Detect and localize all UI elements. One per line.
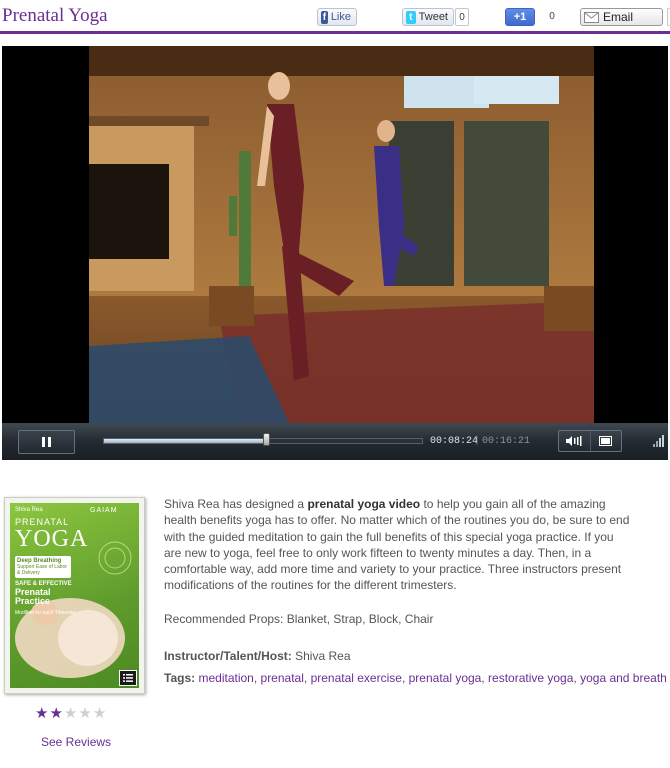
time-separator: |: [474, 436, 481, 447]
tag-link[interactable]: yoga and breath: [580, 671, 667, 685]
pause-icon: [41, 437, 53, 447]
star-empty-icon: ★: [78, 705, 92, 722]
current-time: 00:08:24: [430, 436, 479, 447]
fullscreen-icon: [599, 436, 613, 446]
instructor-label: Instructor/Talent/Host:: [164, 649, 292, 663]
title-underline: [0, 31, 670, 34]
star-filled-icon: ★: [49, 705, 63, 722]
tweet-label: Tweet: [418, 11, 448, 23]
tags-row: Tags: meditation, prenatal, prenatal exe…: [164, 671, 667, 685]
envelope-icon: [584, 11, 599, 23]
twitter-bird-icon: t: [406, 10, 416, 24]
star-empty-icon: ★: [63, 705, 78, 722]
google-plusone-button[interactable]: +1: [505, 8, 535, 26]
list-view-icon[interactable]: [119, 670, 137, 686]
tags-label: Tags:: [164, 671, 196, 685]
cover-callout: Deep Breathing Support Ease of Labor & D…: [15, 556, 71, 578]
tag-link[interactable]: restorative yoga: [488, 671, 573, 685]
volume-button[interactable]: [559, 431, 590, 451]
cover-sub-2: Support Ease of Labor & Delivery: [17, 564, 68, 576]
fullscreen-button[interactable]: [589, 431, 622, 451]
seek-handle[interactable]: [263, 433, 271, 446]
description-part2: to help you gain all of the amazing heal…: [164, 497, 630, 593]
star-filled-icon: ★: [35, 705, 49, 722]
tag-link[interactable]: meditation: [198, 671, 253, 685]
quality-bars-icon[interactable]: [653, 435, 665, 447]
cover-brand: Shiva Rea: [15, 507, 43, 513]
tag-link[interactable]: prenatal exercise: [311, 671, 402, 685]
cover-sub-5: Modified for each Trimester: [15, 610, 76, 616]
star-empty-icon: ★: [92, 705, 107, 722]
video-player[interactable]: [2, 46, 668, 423]
page-title: Prenatal Yoga: [2, 5, 108, 26]
facebook-like-button[interactable]: f Like: [317, 8, 357, 26]
instructor-row: Instructor/Talent/Host: Shiva Rea: [164, 649, 351, 663]
email-button[interactable]: Email: [580, 8, 663, 26]
dvd-box-art: Shiva Rea GAIAM PRENATAL YOGA Deep Breat…: [10, 503, 139, 688]
tweet-count: 0: [455, 8, 469, 26]
video-controls: 00:08:24 | 00:16:21: [2, 423, 668, 460]
cover-publisher: GAIAM: [90, 507, 118, 514]
player-control-group: [558, 430, 622, 452]
tweet-button[interactable]: t Tweet: [402, 8, 454, 26]
cover-title-line2: YOGA: [15, 526, 89, 552]
tag-link[interactable]: prenatal: [261, 671, 304, 685]
description-bold: prenatal yoga video: [307, 497, 421, 511]
description-part1: Shiva Rea has designed a: [164, 497, 308, 511]
product-description: Shiva Rea has designed a prenatal yoga v…: [164, 496, 634, 594]
plusone-label: +1: [513, 11, 527, 23]
recommended-props: Recommended Props: Blanket, Strap, Block…: [164, 612, 434, 626]
video-frame: [89, 46, 594, 423]
total-time: 00:16:21: [482, 436, 531, 447]
tag-link[interactable]: prenatal yoga: [409, 671, 482, 685]
see-reviews-link[interactable]: See Reviews: [41, 735, 111, 749]
cover-sub-4: Prenatal Practice: [15, 587, 51, 606]
product-cover[interactable]: Shiva Rea GAIAM PRENATAL YOGA Deep Breat…: [4, 497, 145, 694]
plusone-count: 0: [545, 8, 559, 26]
email-label: Email: [603, 10, 634, 24]
instructor-value: Shiva Rea: [295, 649, 351, 663]
pause-button[interactable]: [18, 430, 75, 454]
like-label: Like: [330, 11, 351, 23]
volume-icon: [566, 436, 582, 446]
seek-progress: [104, 439, 267, 443]
rating-stars: ★ ★ ★ ★ ★: [35, 706, 107, 721]
facebook-icon: f: [321, 10, 328, 24]
